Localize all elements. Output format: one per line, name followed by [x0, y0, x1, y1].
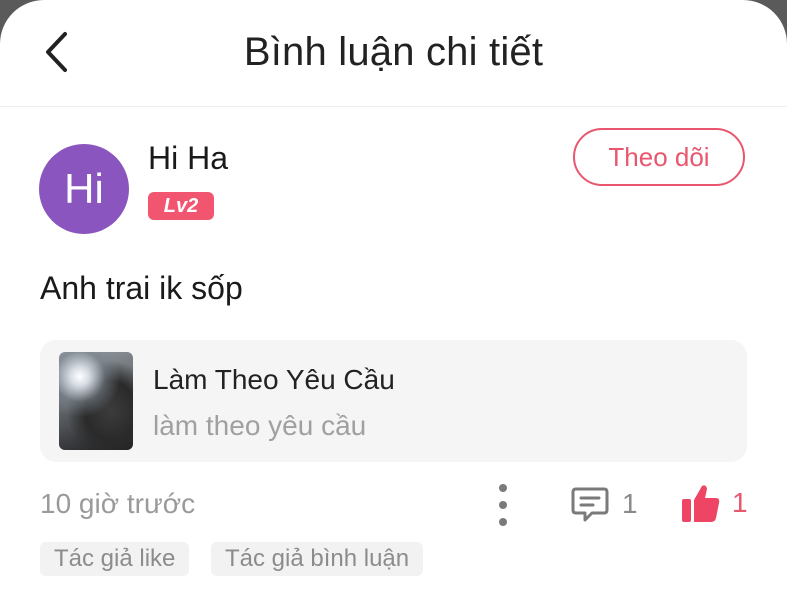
level-badge: Lv2: [148, 192, 214, 220]
follow-button[interactable]: Theo dõi: [573, 128, 745, 186]
username[interactable]: Hi Ha: [148, 140, 228, 177]
reply-count: 1: [622, 488, 638, 519]
header: Bình luận chi tiết: [0, 0, 787, 107]
post-thumbnail: [59, 352, 133, 450]
dot-icon: [499, 484, 507, 492]
reply-button[interactable]: 1: [570, 482, 638, 526]
avatar[interactable]: Hi: [39, 144, 129, 234]
comment-text: Anh trai ik sốp: [40, 270, 243, 306]
comment-timestamp: 10 giờ trước: [40, 488, 196, 519]
more-options-button[interactable]: [488, 484, 518, 526]
author-liked-tag: Tác giả like: [40, 542, 190, 576]
author-commented-tag: Tác giả bình luận: [211, 542, 424, 576]
like-button[interactable]: 1: [680, 480, 748, 526]
page-title: Bình luận chi tiết: [243, 30, 544, 74]
referenced-post-card[interactable]: Làm Theo Yêu Cầu làm theo yêu cầu: [40, 340, 747, 462]
referenced-post-subtitle: làm theo yêu cầu: [153, 410, 367, 441]
dot-icon: [499, 518, 507, 526]
like-count: 1: [732, 487, 748, 518]
dot-icon: [499, 501, 507, 509]
referenced-post-title: Làm Theo Yêu Cầu: [153, 364, 395, 395]
comment-icon: [571, 487, 609, 522]
thumbs-up-icon: [682, 485, 720, 522]
comment-detail-sheet: Bình luận chi tiết Hi Hi Ha Lv2 Theo dõi…: [0, 0, 787, 600]
